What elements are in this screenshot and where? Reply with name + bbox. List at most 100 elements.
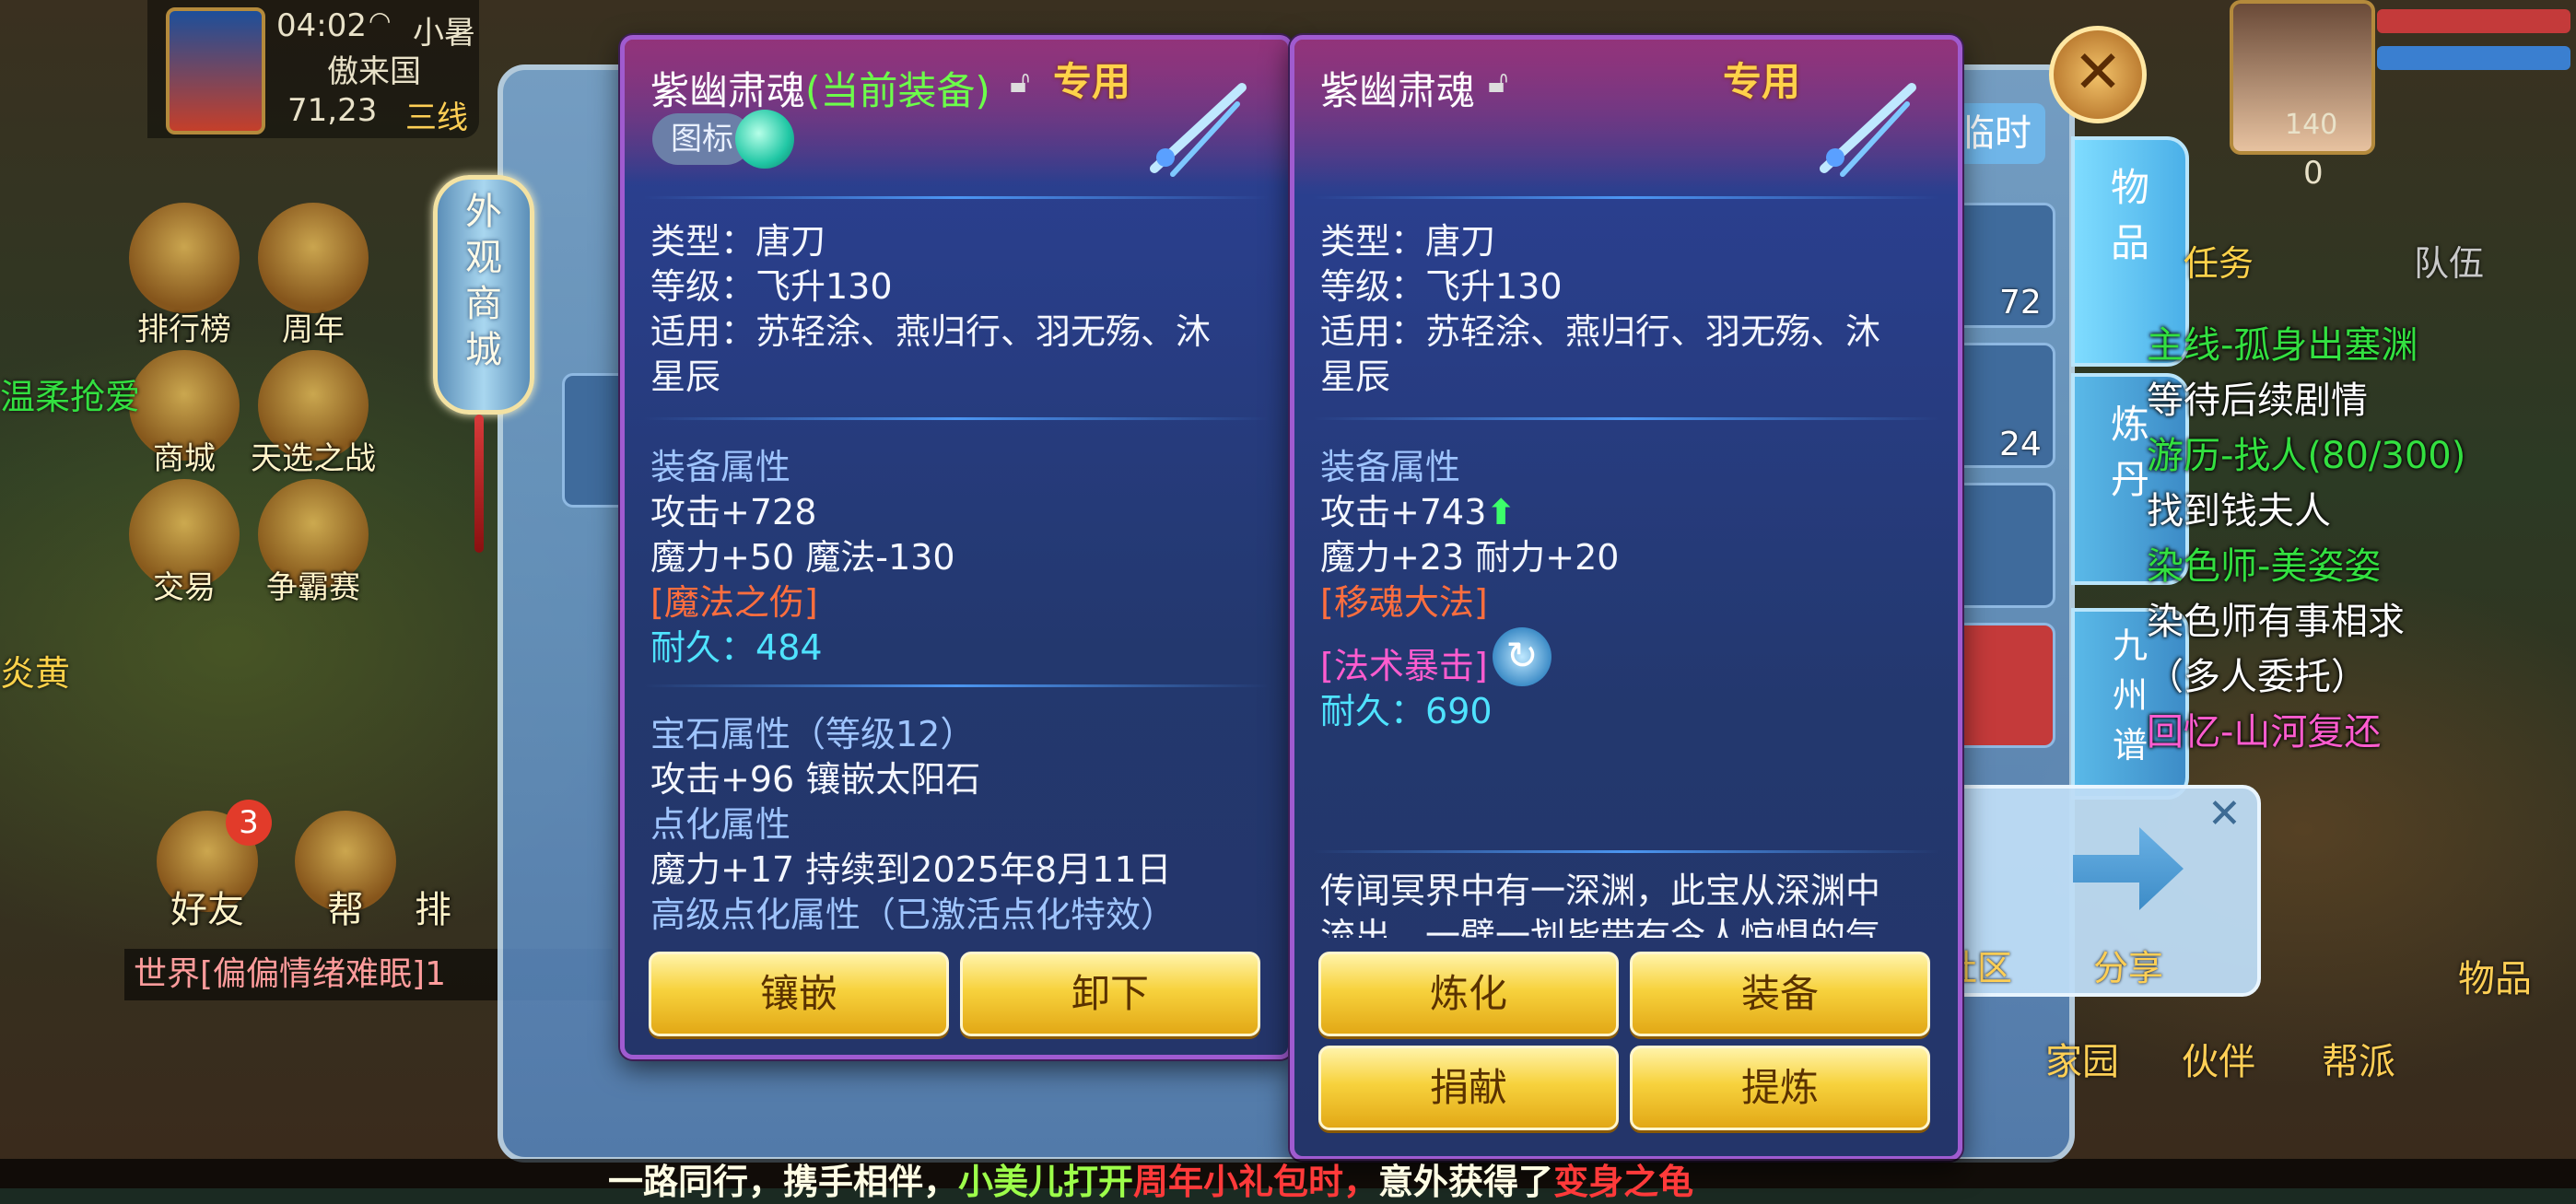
close-share-icon[interactable]: ✕ <box>2207 790 2242 837</box>
item-usable-cont: 星辰 <box>1320 357 1391 397</box>
chosen-battle-label: 天选之战 <box>251 440 376 477</box>
item-level: 等级：飞升130 <box>1320 266 1563 307</box>
ranking-label: 排行榜 <box>137 311 231 348</box>
donate-button[interactable]: 捐献 <box>1318 1046 1619 1130</box>
lock-icon[interactable]: 🔓︎ <box>1488 64 1508 100</box>
durability: 耐久：690 <box>1320 689 1493 734</box>
item-name: 紫幽肃魂 <box>1320 68 1476 113</box>
guild-label[interactable]: 帮派 <box>2322 1032 2395 1085</box>
mp-bar <box>2377 46 2570 70</box>
tooltip-current-equipment: 紫幽肃魂(当前装备) 🔓︎ 专用 图标 类型：唐刀 等级：飞升130 适用：苏轻… <box>620 35 1293 1059</box>
shop-label: 外观商城 <box>465 191 502 371</box>
partner-label[interactable]: 伙伴 <box>2182 1032 2255 1085</box>
quest-line[interactable]: 主线-孤身出塞渊 <box>2147 318 2576 373</box>
durability: 耐久：484 <box>650 625 823 671</box>
friends-label: 好友 <box>170 889 244 931</box>
divider <box>1313 196 1939 199</box>
extract-button[interactable]: 提炼 <box>1630 1046 1930 1130</box>
ticker-part: 变身之龟 <box>1553 1162 1694 1202</box>
lock-icon[interactable]: 🔓︎ <box>1010 64 1030 100</box>
tab-items-label: 物品 <box>2110 165 2149 265</box>
item-description-1: 传闻冥界中有一深渊，此宝从深渊中 <box>1320 871 1881 911</box>
quest-line[interactable]: 游历-找人(80/300) <box>2147 428 2576 484</box>
divider <box>1313 850 1939 853</box>
item-type: 类型：唐刀 <box>1320 221 1496 262</box>
refine-button[interactable]: 炼化 <box>1318 952 1619 1036</box>
gem-stat: 攻击+96 镶嵌太阳石 <box>650 759 981 800</box>
refresh-icon[interactable]: ↻ <box>1493 627 1551 686</box>
sword-icon <box>1820 83 1916 177</box>
sword-icon <box>1150 83 1247 177</box>
magic-stat: 魔力+50 魔法-130 <box>650 537 955 578</box>
items-label[interactable]: 物品 <box>2458 949 2532 1002</box>
quest-line[interactable]: 回忆-山河复还 <box>2147 705 2576 760</box>
tooltip-new-equipment: 紫幽肃魂 🔓︎ 专用 类型：唐刀 等级：飞升130 适用：苏轻涂、燕归行、羽无殇… <box>1290 35 1962 1161</box>
home-label[interactable]: 家园 <box>2045 1032 2119 1085</box>
equipped-tag: (当前装备) <box>805 68 990 113</box>
durability-label: 耐久： <box>1320 691 1426 731</box>
magic-stat: 魔力+23 耐力+20 <box>1320 537 1620 578</box>
ranking-icon[interactable] <box>129 203 240 313</box>
attr-title: 装备属性 <box>650 447 791 487</box>
exclusive-tag: 专用 <box>1053 59 1131 104</box>
item-count: 72 <box>1999 284 2042 321</box>
enhance-title: 点化属性 <box>650 804 791 845</box>
divider <box>643 417 1270 420</box>
item-usable: 适用：苏轻涂、燕归行、羽无殇、沐 <box>1320 311 1881 352</box>
announcement-text: 一路同行，携手相伴，小美儿打开周年小礼包时，意外获得了变身之龟 <box>608 1153 1693 1204</box>
trade-label: 交易 <box>153 569 216 606</box>
line-indicator[interactable]: 三线 <box>405 92 468 137</box>
special-effect: [魔法之伤] <box>650 582 818 623</box>
divider <box>643 196 1270 199</box>
special-effect-2: [法术暴击] <box>1320 646 1488 686</box>
ticker-part: 意外获得了 <box>1378 1162 1554 1202</box>
rank-label: 排 <box>415 889 451 931</box>
tab-team[interactable]: 队伍 <box>2414 235 2484 286</box>
quest-line[interactable]: 找到钱夫人 <box>2147 484 2576 539</box>
durability-label: 耐久： <box>650 627 756 668</box>
map-name: 傲来国 <box>327 53 421 90</box>
hp-bar <box>2377 9 2570 33</box>
item-type: 类型：唐刀 <box>650 221 826 262</box>
wifi-icon: ◠ <box>369 6 392 36</box>
npc-title: 温柔抢爱 <box>0 377 141 417</box>
tassel-decoration <box>474 415 484 553</box>
map-coords: 71,23 <box>287 92 378 129</box>
orb-icon <box>735 110 794 169</box>
attack-stat: 攻击+728 <box>650 492 817 532</box>
anniversary-icon[interactable] <box>258 203 369 313</box>
attack-stat-line: 攻击+743⬆ <box>1320 490 1516 535</box>
quest-line[interactable]: 等待后续剧情 <box>2147 373 2576 428</box>
exclusive-tag: 专用 <box>1723 59 1801 104</box>
enhance-stat: 魔力+17 持续到2025年8月11日 <box>650 849 1172 890</box>
attack-stat: 攻击+743 <box>1320 492 1487 532</box>
unequip-button[interactable]: 卸下 <box>960 952 1260 1036</box>
arrow-up-icon: ⬆ <box>1486 492 1516 532</box>
npc-yellow-label: 炎黄 <box>0 653 71 694</box>
equip-button[interactable]: 装备 <box>1630 952 1930 1036</box>
inlay-button[interactable]: 镶嵌 <box>649 952 949 1036</box>
item-level: 等级：飞升130 <box>650 266 893 307</box>
close-icon: ✕ <box>2073 39 2123 107</box>
anniversary-label: 周年 <box>282 311 345 348</box>
item-usable-cont: 星辰 <box>650 357 721 397</box>
special-effect: [移魂大法] <box>1320 582 1488 623</box>
tab-task[interactable]: 任务 <box>2184 235 2254 286</box>
quest-line[interactable]: 染色师有事相求 <box>2147 594 2576 649</box>
gem-title: 宝石属性（等级12） <box>650 714 976 754</box>
clock: 04:02 <box>276 7 367 44</box>
avatar[interactable] <box>166 7 265 134</box>
divider <box>643 684 1270 687</box>
hegemony-label: 争霸赛 <box>266 569 360 606</box>
item-name: 紫幽肃魂 <box>650 68 806 113</box>
quest-line[interactable]: 染色师-美姿姿 <box>2147 539 2576 594</box>
durability-value: 690 <box>1425 691 1493 731</box>
item-description-2: 流出，一劈一划皆带有令人惊惧的气 <box>1320 916 1881 938</box>
item-usable: 适用：苏轻涂、燕归行、羽无殇、沐 <box>650 311 1212 352</box>
currency-value: 0 <box>2303 155 2324 192</box>
close-button[interactable]: ✕ <box>2049 26 2147 123</box>
durability-value: 484 <box>755 627 823 668</box>
quest-line[interactable]: （多人委托） <box>2147 649 2576 705</box>
appearance-shop-button[interactable]: 外观商城 <box>433 175 534 415</box>
advanced-enhance-title: 高级点化属性（已激活点化特效） <box>650 894 1177 935</box>
